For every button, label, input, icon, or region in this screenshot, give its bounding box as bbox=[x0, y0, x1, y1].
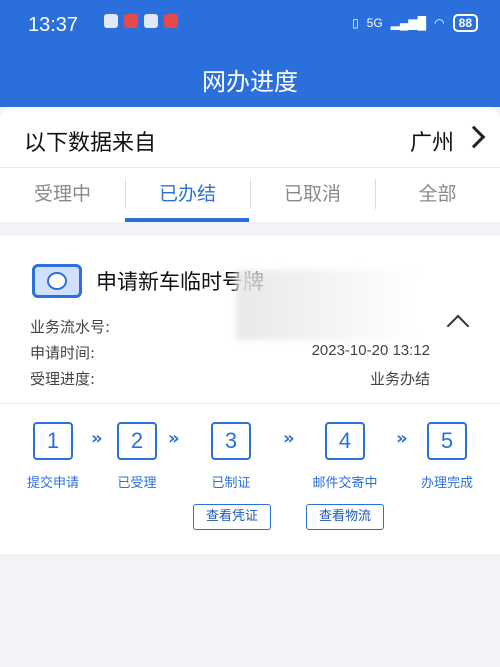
step-5-label: 办理完成 bbox=[420, 476, 473, 491]
divider bbox=[0, 403, 500, 404]
signal-icon: ▂▄▆█ bbox=[390, 16, 427, 30]
progress-value: 业务办结 bbox=[369, 371, 430, 388]
progress-label: 受理进度: bbox=[30, 370, 96, 388]
apply-time-label: 申请时间: bbox=[30, 344, 96, 362]
chevron-right-icon[interactable] bbox=[462, 125, 486, 149]
tab-all[interactable]: 全部 bbox=[375, 169, 500, 222]
step-5-number: 5 bbox=[427, 422, 467, 460]
system-icons: ▯ 5G ▂▄▆█ ◠ 88 bbox=[352, 14, 478, 32]
collapse-icon[interactable] bbox=[446, 314, 470, 338]
step-2-label: 已受理 bbox=[117, 476, 157, 491]
license-plate-icon bbox=[32, 264, 82, 298]
apply-time-value: 2023-10-20 13:12 bbox=[311, 342, 430, 359]
divider bbox=[0, 167, 500, 168]
app-header: 网办进度 bbox=[0, 52, 500, 107]
status-tabs: 受理中 已办结 已取消 全部 bbox=[0, 169, 500, 222]
step-4-number: 4 bbox=[325, 422, 365, 460]
serial-number-label: 业务流水号: bbox=[30, 318, 111, 336]
source-label: 以下数据来自 bbox=[24, 131, 157, 156]
view-logistics-button[interactable]: 查看物流 bbox=[306, 504, 384, 530]
wifi-icon: ◠ bbox=[434, 16, 445, 30]
city-selector[interactable]: 广州 bbox=[410, 125, 454, 157]
network-label: 5G bbox=[366, 16, 383, 30]
status-bar: 13:37 ▯ 5G ▂▄▆█ ◠ 88 bbox=[0, 0, 500, 52]
page-title: 网办进度 bbox=[202, 68, 298, 96]
notification-icons bbox=[104, 14, 178, 28]
tab-cancelled[interactable]: 已取消 bbox=[250, 169, 375, 222]
source-panel: 以下数据来自 广州 受理中 已办结 已取消 全部 bbox=[0, 107, 500, 222]
step-arrow-icon: » bbox=[91, 428, 103, 449]
active-tab-indicator bbox=[125, 218, 249, 222]
tab-completed[interactable]: 已办结 bbox=[125, 169, 250, 222]
status-time: 13:37 bbox=[28, 14, 79, 36]
step-4-label: 邮件交寄中 bbox=[312, 476, 378, 491]
step-1-number: 1 bbox=[33, 422, 73, 460]
tab-in-progress[interactable]: 受理中 bbox=[0, 169, 125, 222]
step-3-number: 3 bbox=[211, 422, 251, 460]
chat-app-icon bbox=[104, 14, 118, 28]
view-certificate-button[interactable]: 查看凭证 bbox=[193, 504, 271, 530]
step-3-label: 已制证 bbox=[211, 476, 251, 491]
vibrate-icon: ▯ bbox=[352, 16, 359, 30]
assistant-app-icon bbox=[144, 14, 158, 28]
step-arrow-icon: » bbox=[283, 428, 295, 449]
shopping-app-icon bbox=[164, 14, 178, 28]
redaction-blur bbox=[236, 270, 416, 340]
battery-icon: 88 bbox=[452, 14, 478, 32]
app-notification-icon bbox=[124, 14, 138, 28]
step-arrow-icon: » bbox=[396, 428, 408, 449]
step-arrow-icon: » bbox=[168, 428, 180, 449]
step-2-number: 2 bbox=[117, 422, 157, 460]
clock-icon bbox=[47, 272, 67, 290]
